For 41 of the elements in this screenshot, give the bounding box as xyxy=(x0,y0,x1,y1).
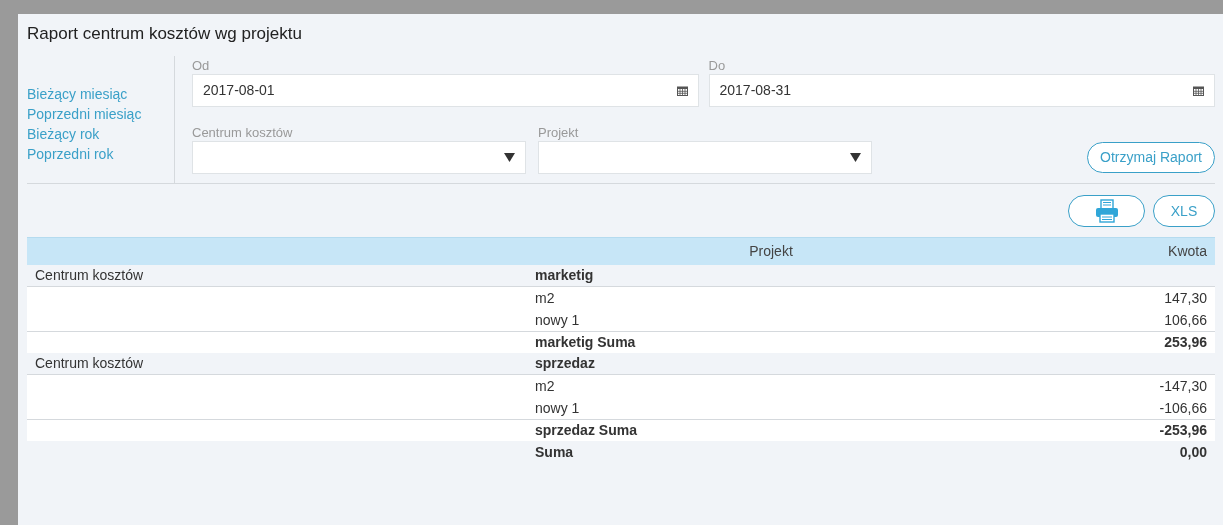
field-label: Projekt xyxy=(538,124,579,141)
table-cell: 0,00 xyxy=(1179,443,1207,460)
table-cell: Centrum kosztów xyxy=(35,355,144,371)
select-field[interactable] xyxy=(192,141,526,174)
field-label: Do xyxy=(708,57,726,74)
table-cell: sprzedaz Suma xyxy=(535,422,637,438)
field-label: Centrum kosztów xyxy=(192,124,293,141)
pdf-export-button[interactable] xyxy=(1068,195,1145,227)
column-header: Projekt xyxy=(748,242,794,261)
table-cell: m2 xyxy=(535,377,555,394)
quick-range-link[interactable]: Bieżący rok xyxy=(27,124,100,144)
table-cell: 253,96 xyxy=(1164,334,1207,350)
get-report-button[interactable]: Otrzymaj Raport xyxy=(1087,142,1215,173)
xls-export-button[interactable]: XLS xyxy=(1153,195,1215,227)
table-cell: Centrum kosztów xyxy=(35,267,144,283)
date-field[interactable]: 2017-08-31 xyxy=(708,74,1215,107)
table-cell: marketig Suma xyxy=(535,334,636,350)
printer-icon xyxy=(1094,199,1119,223)
table-cell: 106,66 xyxy=(1164,311,1207,328)
table-cell: -106,66 xyxy=(1159,399,1207,416)
caret-icon xyxy=(504,153,515,162)
table-cell: m2 xyxy=(535,289,555,306)
quick-range-link[interactable]: Poprzedni miesiąc xyxy=(27,104,142,124)
quick-range-link[interactable]: Poprzedni rok xyxy=(27,144,114,164)
table-cell: nowy 1 xyxy=(535,399,580,416)
caret-icon xyxy=(850,153,861,162)
table-cell: -253,96 xyxy=(1159,422,1207,438)
table-cell: sprzedaz xyxy=(535,355,595,371)
field-label: Od xyxy=(192,57,210,74)
page-title: Raport centrum kosztów wg projektu xyxy=(27,23,303,45)
column-header: Kwota xyxy=(1167,242,1207,261)
table-cell: Suma xyxy=(535,443,574,460)
table-cell: marketig xyxy=(535,267,594,283)
quick-range-link[interactable]: Bieżący miesiąc xyxy=(27,84,128,104)
table-cell: 147,30 xyxy=(1164,289,1207,306)
calendar-icon[interactable] xyxy=(676,85,688,96)
table-cell: -147,30 xyxy=(1159,377,1207,394)
date-field[interactable]: 2017-08-01 xyxy=(192,74,699,107)
table-cell: nowy 1 xyxy=(535,311,580,328)
select-field[interactable] xyxy=(538,141,872,174)
calendar-icon[interactable] xyxy=(1193,85,1204,96)
